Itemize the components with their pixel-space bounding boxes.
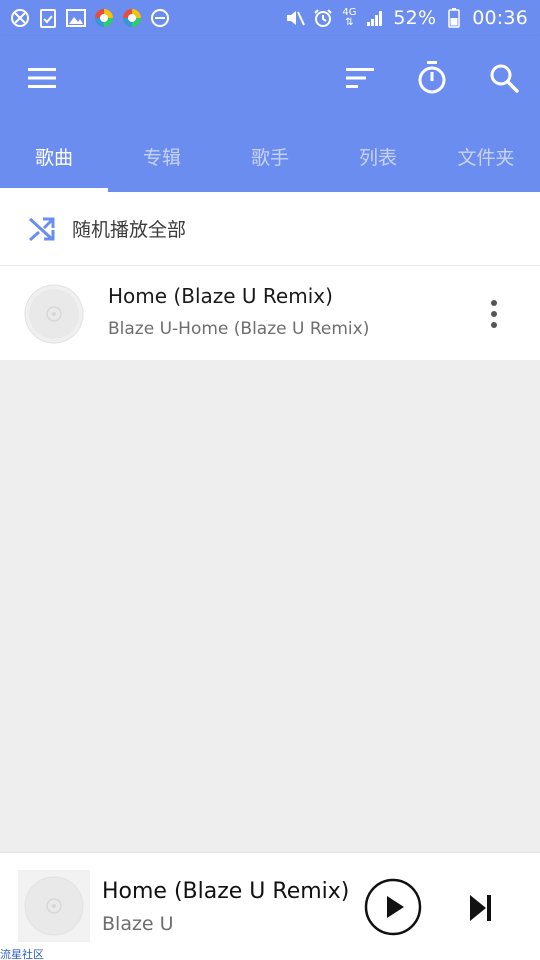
menu-button[interactable]	[22, 58, 62, 98]
blocked-icon	[10, 8, 30, 28]
tab-albums[interactable]: 专辑	[108, 120, 216, 192]
now-playing-title: Home (Blaze U Remix)	[102, 879, 350, 904]
search-button[interactable]	[484, 58, 524, 98]
play-button[interactable]	[364, 878, 422, 936]
color-app-icon	[122, 8, 142, 28]
status-left-icons	[10, 8, 170, 28]
color-app-icon	[94, 8, 114, 28]
image-icon	[66, 8, 86, 28]
battery-icon	[444, 8, 464, 28]
network-4g-icon: 4G ⇅	[341, 8, 357, 28]
tab-playlists[interactable]: 列表	[324, 120, 432, 192]
album-disc-icon	[24, 876, 84, 936]
menu-icon	[28, 68, 56, 88]
mini-player[interactable]: Home (Blaze U Remix) Blaze U	[0, 852, 540, 960]
status-time: 00:36	[472, 7, 528, 29]
screen: 4G ⇅ 52% 00:36 歌曲 专辑 歌手 列表 文件夹 随机播放全部 Ho…	[0, 0, 540, 960]
tab-bar: 歌曲 专辑 歌手 列表 文件夹	[0, 120, 540, 192]
shuffle-all-button[interactable]: 随机播放全部	[0, 192, 540, 266]
now-playing-artwork	[18, 870, 90, 942]
data-arrows-icon: ⇅	[345, 17, 354, 28]
clipboard-check-icon	[38, 8, 58, 28]
search-icon	[490, 64, 519, 93]
sort-button[interactable]	[340, 58, 380, 98]
tab-artists[interactable]: 歌手	[216, 120, 324, 192]
shuffle-all-label: 随机播放全部	[72, 219, 187, 241]
battery-percent: 52%	[393, 7, 437, 29]
signal-icon	[365, 8, 385, 28]
sort-icon	[346, 68, 374, 88]
song-more-button[interactable]	[478, 294, 510, 334]
tab-folders[interactable]: 文件夹	[432, 120, 540, 192]
play-icon	[387, 896, 404, 918]
more-vert-icon	[491, 300, 497, 328]
app-bar: 歌曲 专辑 歌手 列表 文件夹	[0, 36, 540, 192]
timer-icon	[418, 61, 446, 94]
toolbar	[0, 36, 540, 120]
song-list-item[interactable]: Home (Blaze U Remix) Blaze U-Home (Blaze…	[0, 266, 540, 360]
timer-button[interactable]	[412, 58, 452, 98]
status-bar: 4G ⇅ 52% 00:36	[0, 0, 540, 36]
watermark: 流星社区	[0, 948, 44, 960]
tab-songs[interactable]: 歌曲	[0, 120, 108, 192]
album-disc-icon	[24, 284, 84, 344]
shuffle-icon	[28, 217, 55, 241]
song-artist-album: Blaze U-Home (Blaze U Remix)	[108, 319, 370, 339]
do-not-disturb-icon	[150, 8, 170, 28]
next-button[interactable]	[462, 890, 498, 926]
status-right-icons: 4G ⇅ 52% 00:36	[285, 7, 528, 29]
mute-icon	[285, 8, 306, 28]
now-playing-artist: Blaze U	[102, 913, 174, 935]
song-title: Home (Blaze U Remix)	[108, 284, 333, 308]
alarm-icon	[313, 8, 333, 28]
skip-next-icon	[470, 895, 486, 921]
